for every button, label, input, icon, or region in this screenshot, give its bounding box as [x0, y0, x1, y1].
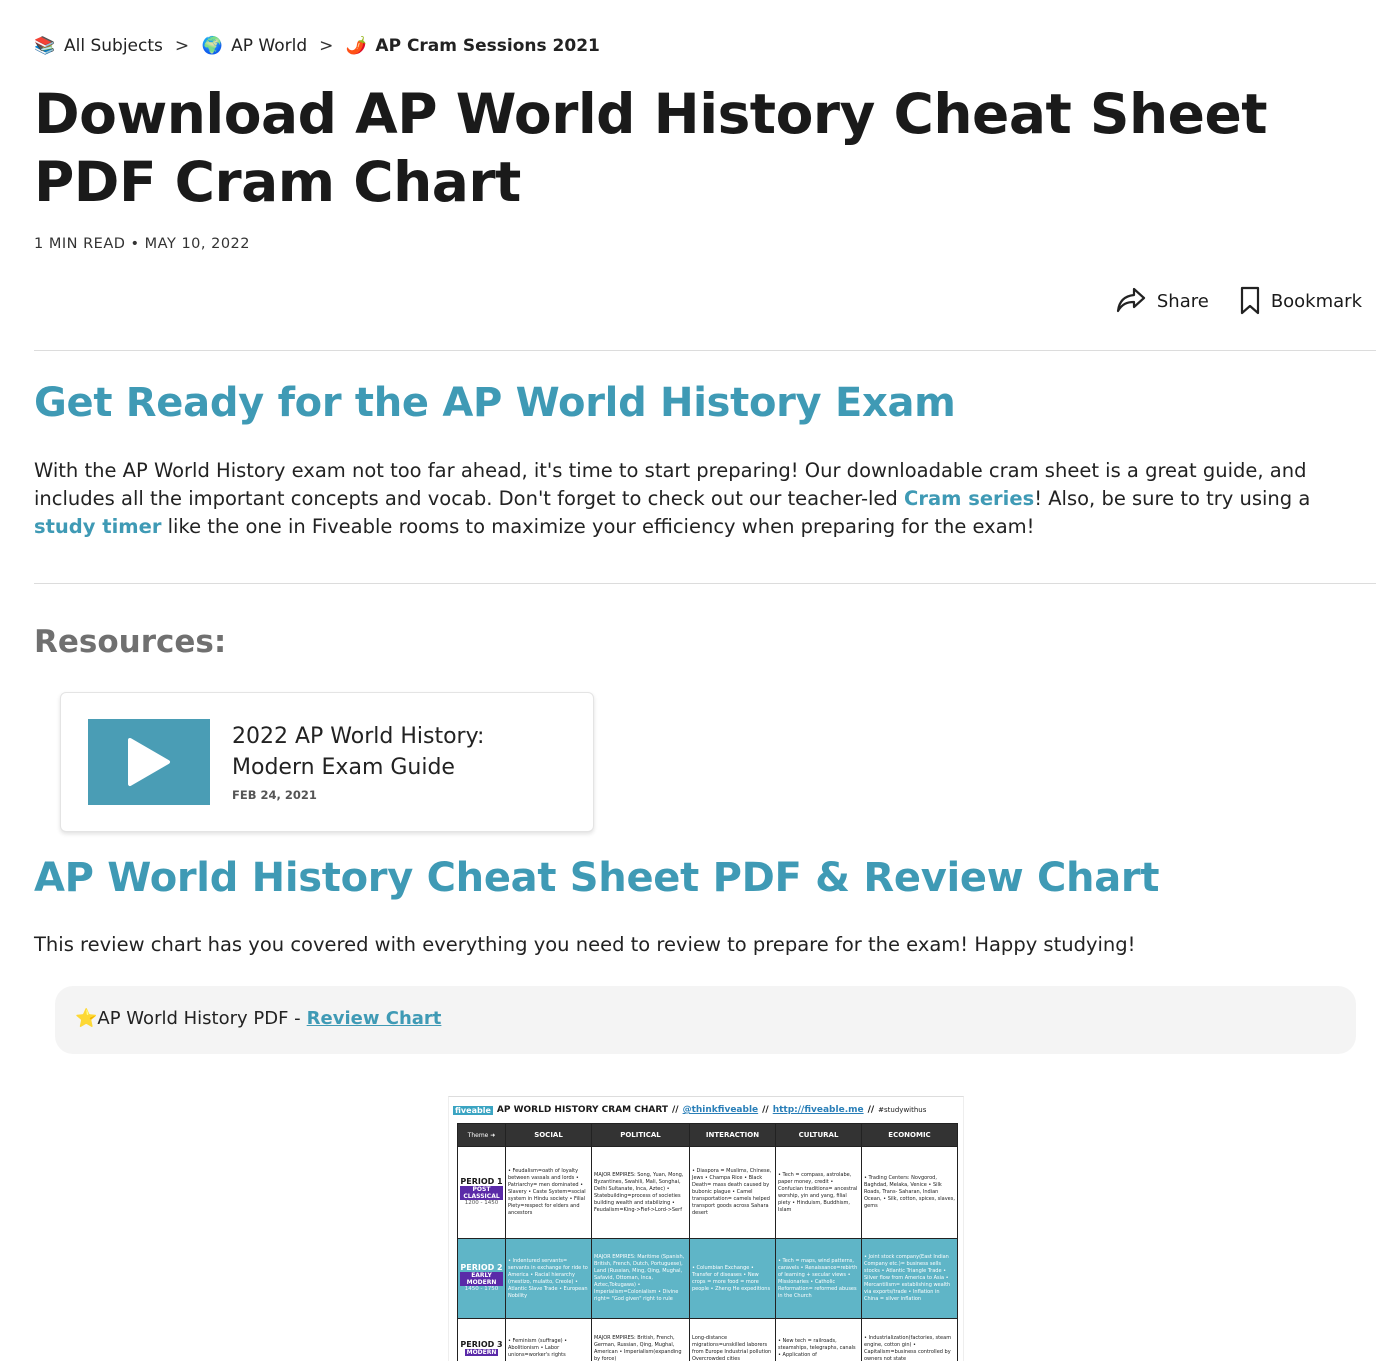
period-label: PERIOD 3 MODERN: [458, 1319, 506, 1361]
breadcrumb-label[interactable]: AP World: [231, 36, 307, 56]
table-cell: Long-distance migrations=unskilled labor…: [690, 1319, 776, 1361]
hashtag: #studywithus: [878, 1106, 926, 1114]
table-cell: • Joint stock company(East Indian Compan…: [862, 1239, 958, 1319]
books-icon: 📚: [34, 36, 56, 56]
article-actions: Share Bookmark: [1115, 286, 1362, 316]
breadcrumb-label[interactable]: AP Cram Sessions 2021: [375, 36, 599, 56]
fiveable-logo: fiveable: [453, 1106, 493, 1115]
breadcrumb-item-all-subjects[interactable]: 📚 All Subjects: [34, 36, 163, 56]
cram-series-link[interactable]: Cram series: [904, 487, 1034, 510]
column-header: INTERACTION: [690, 1124, 776, 1147]
period-years: 1450 - 1750: [460, 1286, 503, 1293]
share-button[interactable]: Share: [1115, 286, 1209, 316]
cram-table-header: Theme ➜ SOCIAL POLITICAL INTERACTION CUL…: [458, 1124, 958, 1147]
period-tag: MODERN: [465, 1349, 499, 1356]
cram-chart-header: fiveable AP WORLD HISTORY CRAM CHART // …: [453, 1105, 926, 1115]
intro-paragraph: With the AP World History exam not too f…: [34, 457, 1374, 541]
table-cell: • Feudalism=oath of loyalty between vass…: [506, 1147, 592, 1239]
bookmark-label[interactable]: Bookmark: [1271, 291, 1362, 312]
resource-date: FEB 24, 2021: [232, 788, 317, 802]
chili-icon: 🌶️: [345, 36, 367, 56]
resource-card[interactable]: 2022 AP World History: Modern Exam Guide…: [60, 692, 594, 832]
bookmark-button[interactable]: Bookmark: [1239, 286, 1362, 316]
table-cell: • Tech = maps, wind patterns, caravels •…: [776, 1239, 862, 1319]
breadcrumb-item-cram-sessions[interactable]: 🌶️ AP Cram Sessions 2021: [345, 36, 599, 56]
share-label[interactable]: Share: [1157, 291, 1209, 312]
table-cell: • Trading Centers: Novgorod, Baghdad, Me…: [862, 1147, 958, 1239]
resources-heading: Resources:: [34, 624, 226, 660]
table-row: PERIOD 2 EARLY MODERN 1450 - 1750 • Inde…: [458, 1239, 958, 1319]
breadcrumb-separator: >: [319, 36, 333, 56]
period-label: PERIOD 1 POST CLASSICAL 1200 - 1450: [458, 1147, 506, 1239]
review-chart-link[interactable]: Review Chart: [307, 1008, 442, 1029]
review-paragraph: This review chart has you covered with e…: [34, 931, 1374, 959]
table-cell: • Feminism (suffrage) • Abolitionism • L…: [506, 1319, 592, 1361]
divider: [34, 350, 1376, 351]
table-cell: • New tech = railroads, steamships, tele…: [776, 1319, 862, 1361]
breadcrumb-label[interactable]: All Subjects: [64, 36, 163, 56]
period-name: PERIOD 2: [460, 1264, 503, 1271]
table-cell: • Tech = compass, astrolabe, paper money…: [776, 1147, 862, 1239]
url-link[interactable]: http://fiveable.me: [773, 1105, 864, 1115]
column-header: CULTURAL: [776, 1124, 862, 1147]
section-heading-cheat-sheet: AP World History Cheat Sheet PDF & Revie…: [34, 855, 1159, 901]
header-separator: //: [868, 1105, 875, 1115]
cram-chart-title: AP WORLD HISTORY CRAM CHART: [497, 1105, 668, 1115]
header-separator: //: [762, 1105, 769, 1115]
callout-text: AP World History PDF -: [97, 1008, 300, 1029]
table-cell: • Indentured servants= servants in excha…: [506, 1239, 592, 1319]
table-row: PERIOD 3 MODERN • Feminism (suffrage) • …: [458, 1319, 958, 1361]
section-heading-get-ready: Get Ready for the AP World History Exam: [34, 380, 956, 426]
period-tag: POST CLASSICAL: [460, 1186, 503, 1200]
breadcrumb: 📚 All Subjects > 🌍 AP World > 🌶️ AP Cram…: [34, 36, 600, 56]
cram-chart-image[interactable]: fiveable AP WORLD HISTORY CRAM CHART // …: [448, 1096, 964, 1361]
column-header: Theme ➜: [458, 1124, 506, 1147]
bookmark-icon: [1239, 286, 1261, 316]
header-separator: //: [672, 1105, 679, 1115]
period-name: PERIOD 1: [460, 1178, 503, 1185]
play-icon: [126, 736, 172, 788]
table-cell: • Diaspora = Muslims, Chinese, Jews • Ch…: [690, 1147, 776, 1239]
cram-table: Theme ➜ SOCIAL POLITICAL INTERACTION CUL…: [457, 1123, 958, 1361]
table-row: PERIOD 1 POST CLASSICAL 1200 - 1450 • Fe…: [458, 1147, 958, 1239]
breadcrumb-separator: >: [175, 36, 189, 56]
divider: [34, 583, 1376, 584]
video-thumbnail[interactable]: [88, 719, 210, 805]
table-cell: • Industrialization(factories, steam eng…: [862, 1319, 958, 1361]
period-label: PERIOD 2 EARLY MODERN 1450 - 1750: [458, 1239, 506, 1319]
column-header: SOCIAL: [506, 1124, 592, 1147]
globe-icon: 🌍: [201, 36, 223, 56]
intro-text: ! Also, be sure to try using a: [1034, 487, 1310, 510]
share-arrow-icon: [1115, 286, 1147, 316]
column-header: ECONOMIC: [862, 1124, 958, 1147]
table-cell: MAJOR EMPIRES: Song, Yuan, Mong, Byzanti…: [592, 1147, 690, 1239]
article-meta: 1 MIN READ • MAY 10, 2022: [34, 236, 250, 252]
table-cell: MAJOR EMPIRES: Maritime (Spanish, Britis…: [592, 1239, 690, 1319]
table-cell: • Columbian Exchange • Transfer of disea…: [690, 1239, 776, 1319]
breadcrumb-item-ap-world[interactable]: 🌍 AP World: [201, 36, 307, 56]
intro-text: like the one in Fiveable rooms to maximi…: [161, 515, 1034, 538]
star-icon: ⭐: [75, 1008, 97, 1029]
table-cell: MAJOR EMPIRES: British, French, German, …: [592, 1319, 690, 1361]
column-header: POLITICAL: [592, 1124, 690, 1147]
period-name: PERIOD 3: [460, 1341, 503, 1348]
study-timer-link[interactable]: study timer: [34, 515, 161, 538]
period-years: 1200 - 1450: [460, 1200, 503, 1207]
page-title: Download AP World History Cheat Sheet PD…: [34, 80, 1334, 216]
period-tag: EARLY MODERN: [460, 1272, 503, 1286]
download-callout: ⭐ AP World History PDF - Review Chart: [55, 986, 1356, 1054]
resource-title[interactable]: 2022 AP World History: Modern Exam Guide: [232, 721, 572, 783]
handle-link[interactable]: @thinkfiveable: [683, 1105, 759, 1115]
